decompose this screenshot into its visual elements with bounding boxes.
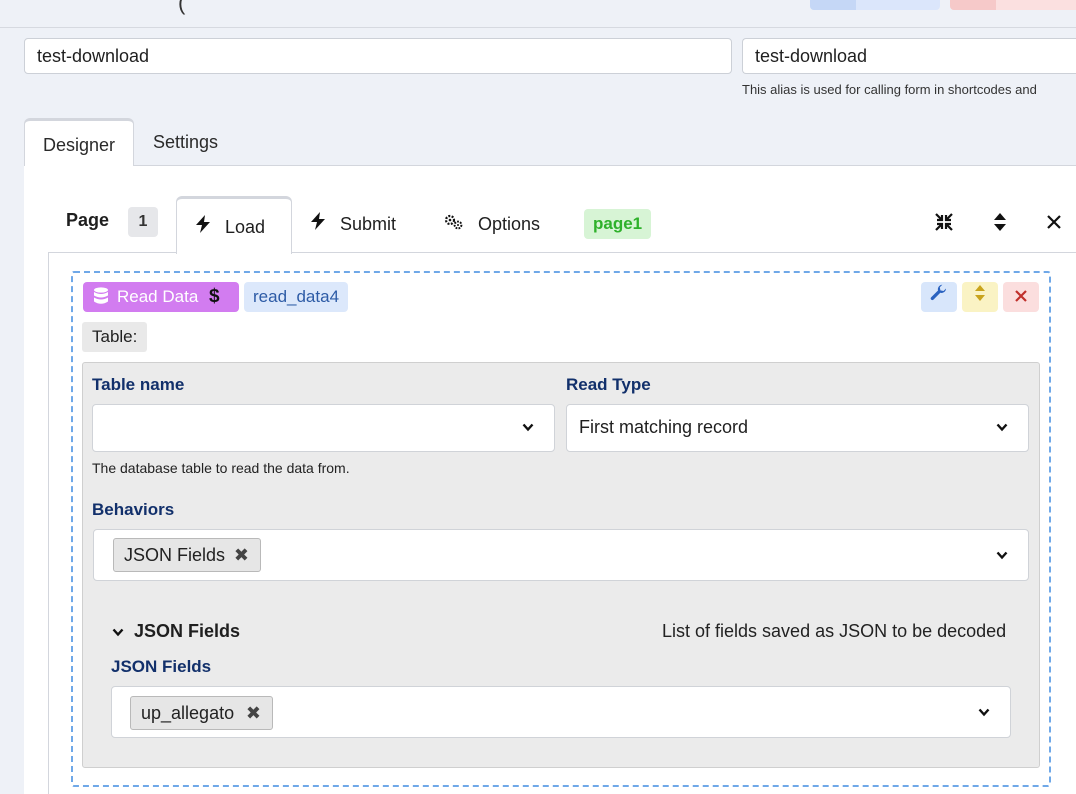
read-type-value: First matching record	[579, 417, 749, 437]
page-number-badge: 1	[128, 207, 158, 237]
gears-icon	[444, 196, 464, 252]
json-field-chip[interactable]: up_allegato ✖	[130, 696, 273, 730]
dollar-icon: $	[209, 286, 220, 307]
json-fields-section-toggle[interactable]: JSON Fields	[112, 621, 240, 642]
tab-designer[interactable]: Designer	[24, 118, 134, 167]
block-name-badge[interactable]: read_data4	[244, 282, 349, 312]
tab-load[interactable]: Load	[176, 196, 292, 254]
behaviors-label: Behaviors	[92, 500, 175, 519]
close-icon[interactable]	[1046, 210, 1062, 236]
behavior-chip-json-fields[interactable]: JSON Fields ✖	[113, 538, 261, 572]
json-section-title-text: JSON Fields	[134, 621, 241, 641]
alias-help-text: This alias is used for calling form in s…	[742, 82, 1037, 97]
tab-options-label: Options	[478, 214, 541, 234]
remove-icon[interactable]	[1003, 282, 1039, 312]
json-fields-label: JSON Fields	[111, 657, 212, 676]
collapse-icon[interactable]	[934, 212, 954, 238]
table-name-label: Table name	[92, 375, 185, 394]
tab-submit-label: Submit	[340, 214, 397, 234]
chevron-down-icon	[112, 625, 124, 640]
tab-settings[interactable]: Settings	[135, 118, 236, 166]
table-name-help: The database table to read the data from…	[92, 460, 350, 476]
chevron-down-icon	[522, 405, 534, 449]
read-type-select[interactable]: First matching record	[566, 404, 1029, 452]
tab-load-label: Load	[225, 217, 266, 237]
bolt-icon	[310, 196, 326, 252]
block-type-label: Read Data	[117, 287, 199, 306]
form-title-input[interactable]: test-download	[24, 38, 732, 74]
bolt-icon	[195, 199, 211, 255]
json-fields-description: List of fields saved as JSON to be decod…	[662, 621, 1007, 641]
database-icon	[93, 285, 109, 304]
page-tabs: Page 1 Load Submit Options page1	[48, 196, 1076, 254]
tab-submit[interactable]: Submit	[310, 196, 396, 252]
page-alias-badge: page1	[584, 209, 652, 239]
top-bar: (	[0, 0, 1076, 28]
move-icon[interactable]	[962, 282, 998, 312]
block-type-badge[interactable]: Read Data $	[83, 282, 239, 312]
chevron-down-icon	[996, 533, 1008, 577]
remove-chip-icon[interactable]: ✖	[234, 539, 249, 571]
close-button[interactable]	[950, 0, 1076, 10]
chevron-down-icon	[996, 405, 1008, 449]
save-button[interactable]	[810, 0, 940, 10]
read-type-label: Read Type	[566, 375, 651, 394]
json-field-chip-label: up_allegato	[141, 703, 235, 723]
tab-options[interactable]: Options	[444, 196, 540, 252]
remove-chip-icon[interactable]: ✖	[246, 697, 261, 729]
form-alias-input[interactable]: test-download	[742, 38, 1076, 74]
form-title-partial: (	[178, 0, 186, 15]
page-label: Page	[66, 210, 110, 230]
wrench-icon[interactable]	[921, 282, 957, 312]
chevron-down-icon	[978, 690, 990, 734]
table-section-tag: Table:	[82, 322, 148, 352]
sort-icon[interactable]	[993, 212, 1007, 238]
main-tabs: Designer Settings	[24, 118, 1076, 167]
table-name-select[interactable]	[92, 404, 555, 452]
behavior-chip-label: JSON Fields	[124, 545, 226, 565]
